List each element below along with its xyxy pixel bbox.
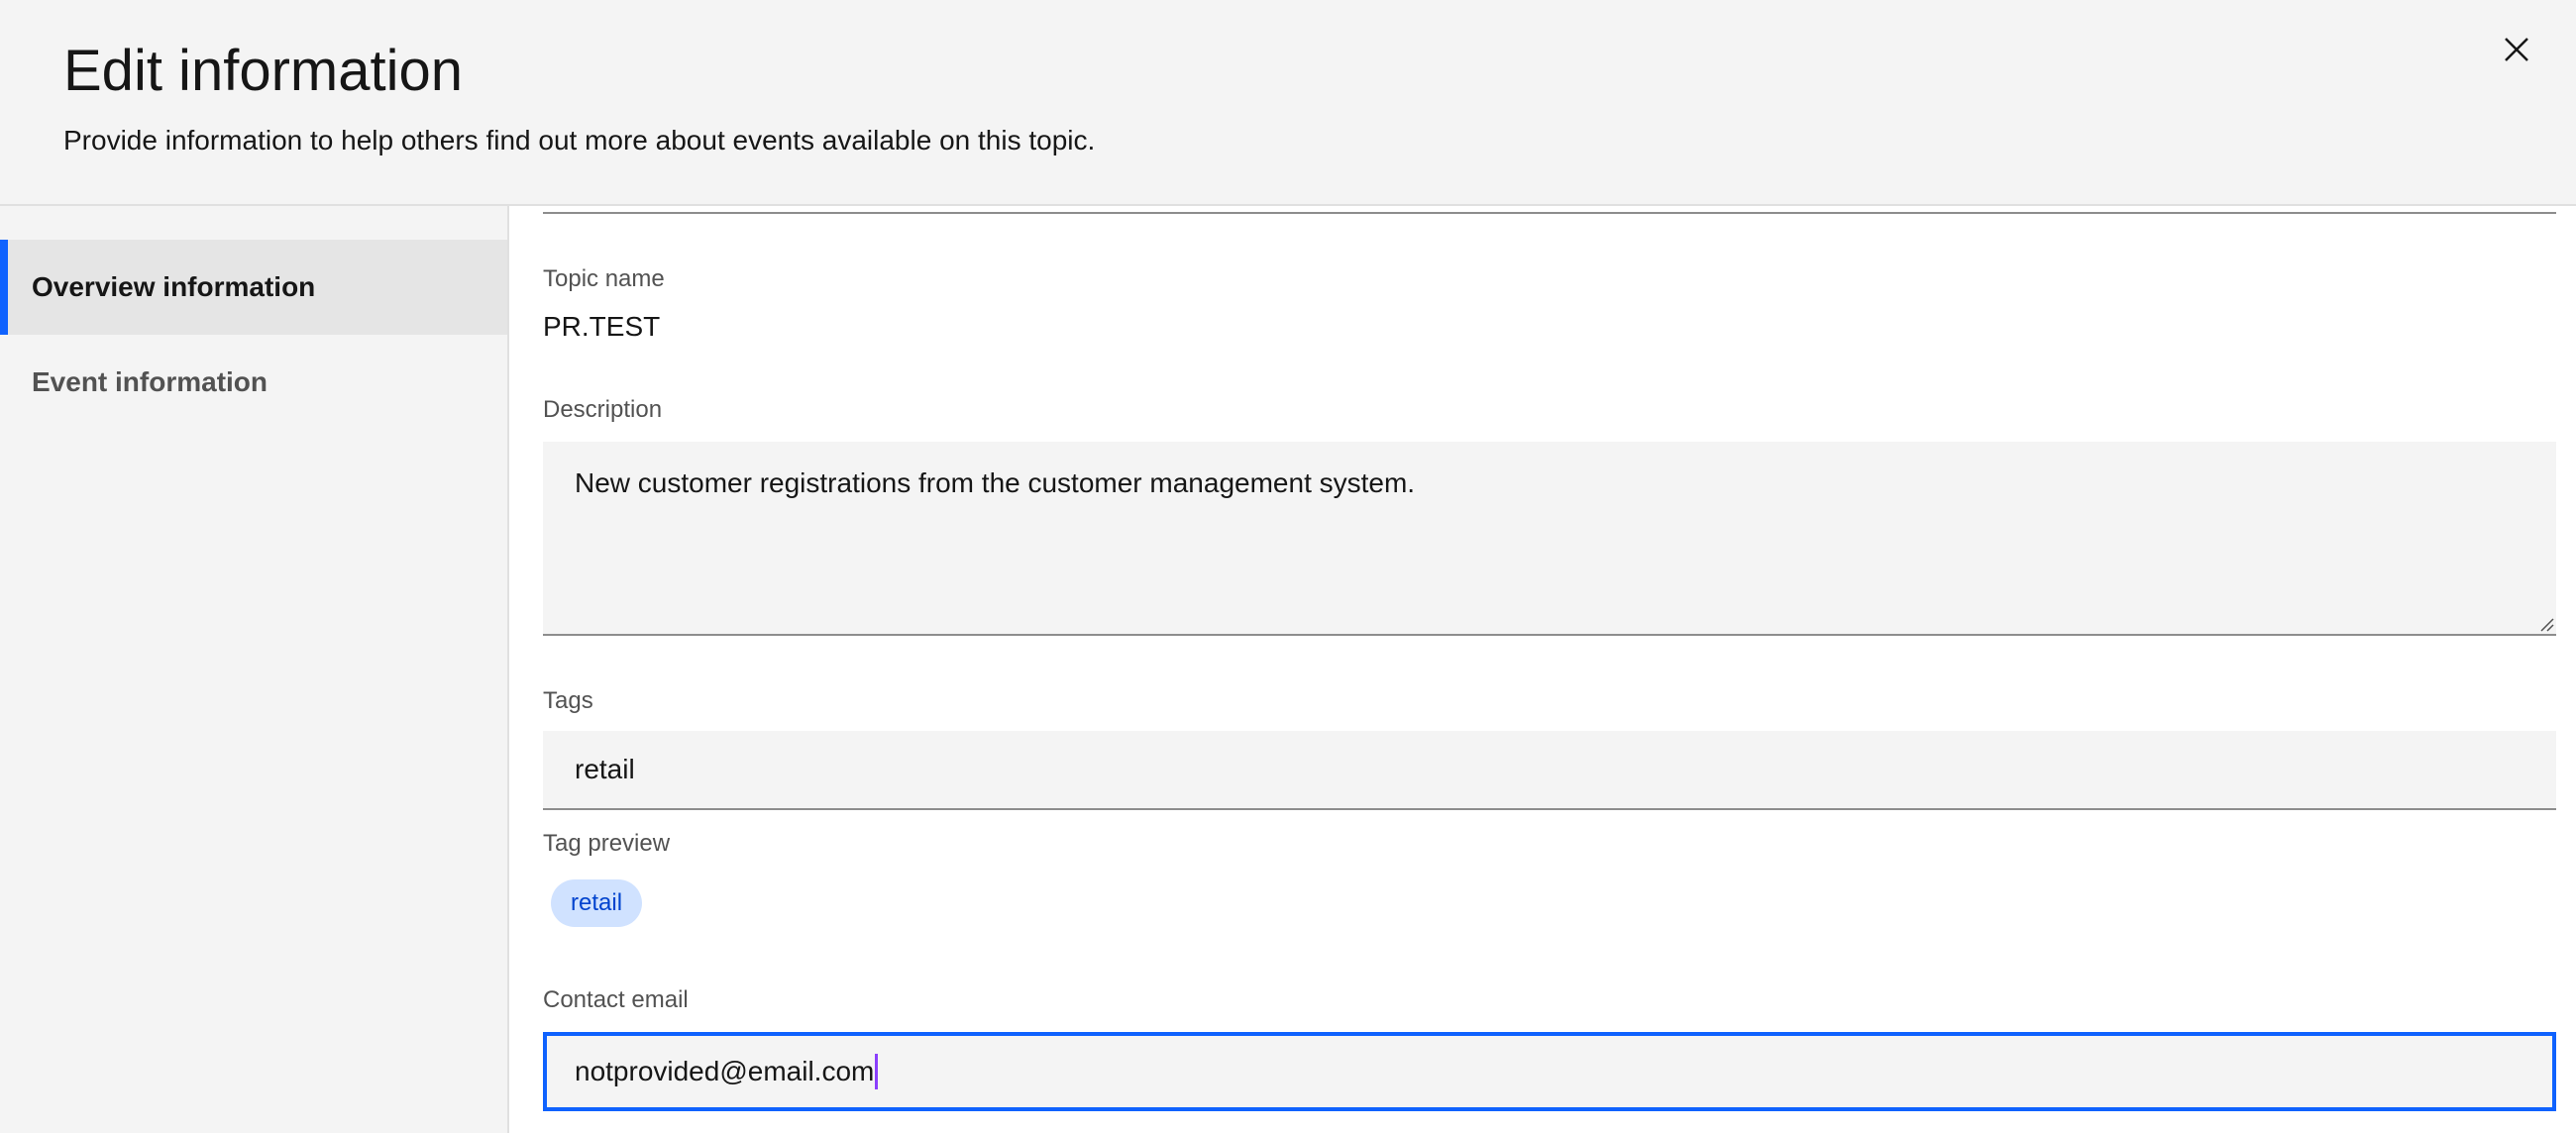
close-icon — [2505, 38, 2528, 61]
close-button[interactable] — [2481, 14, 2552, 85]
tags-input-value: retail — [575, 754, 635, 784]
tags-input[interactable]: retail — [543, 731, 2556, 810]
description-text: New customer registrations from the cust… — [575, 467, 1416, 498]
resize-handle-icon[interactable] — [2538, 616, 2554, 632]
contact-email-input[interactable]: notprovided@email.com — [543, 1032, 2556, 1111]
tags-label: Tags — [543, 687, 593, 714]
modal-title: Edit information — [63, 39, 463, 103]
text-cursor — [875, 1054, 879, 1089]
sidebar-nav: Overview information Event information — [0, 206, 507, 1133]
tag-preview-label: Tag preview — [543, 830, 671, 857]
modal-header: Edit information Provide information to … — [0, 0, 2576, 206]
modal-subtitle: Provide information to help others find … — [63, 125, 1096, 155]
contact-email-label: Contact email — [543, 986, 689, 1013]
topic-name-value: PR.TEST — [543, 311, 661, 342]
contact-email-value: notprovided@email.com — [575, 1056, 875, 1086]
form-content: Topic name PR.TEST Description New custo… — [507, 206, 2576, 1133]
description-textarea[interactable]: New customer registrations from the cust… — [543, 442, 2556, 636]
sidebar-item-overview-information[interactable]: Overview information — [0, 240, 507, 335]
description-label: Description — [543, 396, 663, 423]
edit-information-modal: Edit information Provide information to … — [0, 0, 2576, 1133]
tag-retail: retail — [551, 879, 643, 927]
topic-name-label: Topic name — [543, 265, 665, 292]
sidebar-item-event-information[interactable]: Event information — [0, 335, 507, 430]
divider — [543, 212, 2556, 214]
